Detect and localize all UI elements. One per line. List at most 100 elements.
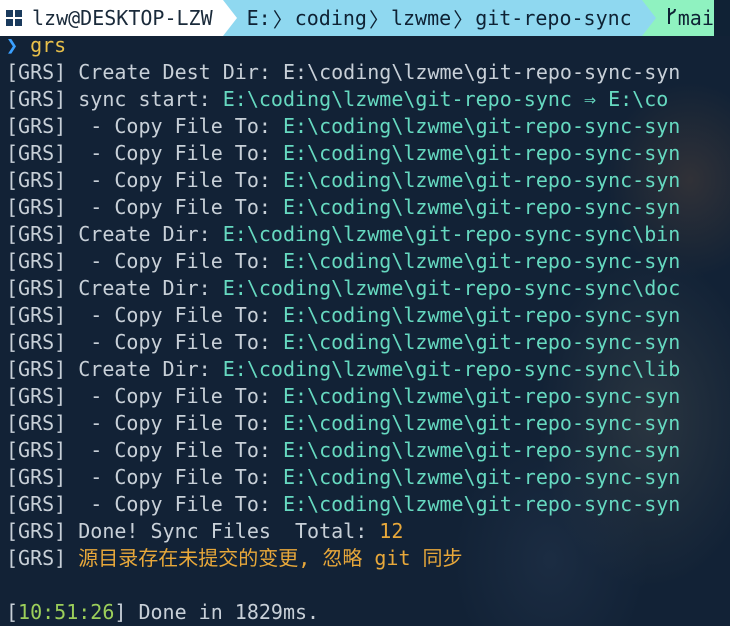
prompt-caret-icon: ❯	[6, 33, 19, 57]
log-line: [GRS] - Copy File To: E:\coding\lzwme\gi…	[6, 194, 730, 221]
path-separator-icon: 〉	[453, 7, 474, 32]
prompt-user-host: lzw@DESKTOP-LZW	[26, 0, 223, 36]
log-line: [GRS] Create Dir: E:\coding\lzwme\git-re…	[6, 275, 730, 302]
log-path: E:\coding\lzwme\git-repo-sync-syn	[282, 60, 681, 84]
log-path: E:\coding\lzwme\git-repo-sync-sync\lib	[222, 357, 681, 381]
prompt-path-part: coding	[294, 6, 367, 30]
prompt-separator-arrow	[222, 0, 237, 36]
log-tag: [GRS]	[6, 303, 67, 327]
log-line: [GRS] Create Dest Dir: E:\coding\lzwme\g…	[6, 59, 730, 86]
log-line: [GRS] Create Dir: E:\coding\lzwme\git-re…	[6, 356, 730, 383]
log-line: [GRS] - Copy File To: E:\coding\lzwme\gi…	[6, 383, 730, 410]
log-path: E:\coding\lzwme\git-repo-sync-syn	[282, 114, 681, 138]
log-label: Done! Sync Files Total:	[66, 519, 380, 543]
log-line: [GRS] - Copy File To: E:\coding\lzwme\gi…	[6, 140, 730, 167]
log-label: - Copy File To:	[66, 384, 283, 408]
log-path: E:\coding\lzwme\git-repo-sync-syn	[282, 195, 681, 219]
log-tag: [GRS]	[6, 384, 67, 408]
log-path: E:\coding\lzwme\git-repo-sync-syn	[282, 303, 681, 327]
log-tag: [GRS]	[6, 141, 67, 165]
warning-text: 源目录存在未提交的变更, 忽略 git 同步	[66, 546, 463, 570]
log-tag: [GRS]	[6, 222, 67, 246]
log-line: [GRS] - Copy File To: E:\coding\lzwme\gi…	[6, 248, 730, 275]
log-label: sync start:	[66, 87, 223, 111]
log-lines: [GRS] Create Dest Dir: E:\coding\lzwme\g…	[6, 59, 730, 518]
log-tag: [GRS]	[6, 438, 67, 462]
log-path: E:\coding\lzwme\git-repo-sync-syn	[282, 384, 681, 408]
footer-line: [10:51:26] Done in 1829ms.	[6, 599, 730, 626]
log-tag: [GRS]	[6, 411, 67, 435]
log-line: [GRS] - Copy File To: E:\coding\lzwme\gi…	[6, 167, 730, 194]
log-label: - Copy File To:	[66, 330, 283, 354]
git-branch-name: mai	[677, 6, 714, 30]
log-label: - Copy File To:	[66, 465, 283, 489]
prompt-separator-arrow	[641, 0, 656, 36]
command-line: ❯ grs	[6, 32, 730, 59]
windows-icon	[0, 0, 26, 36]
log-line: [GRS] - Copy File To: E:\coding\lzwme\gi…	[6, 113, 730, 140]
log-path: E:\coding\lzwme\git-repo-sync-syn	[282, 492, 681, 516]
timestamp: 10:51:26	[18, 600, 115, 624]
log-tag: [GRS]	[6, 87, 67, 111]
log-line: [GRS] sync start: E:\coding\lzwme\git-re…	[6, 86, 730, 113]
log-line: [GRS] - Copy File To: E:\coding\lzwme\gi…	[6, 464, 730, 491]
log-tag: [GRS]	[6, 276, 67, 300]
log-tag: [GRS]	[6, 249, 67, 273]
log-label: Create Dest Dir:	[66, 60, 283, 84]
log-label: Create Dir:	[66, 357, 223, 381]
log-path: E:\coding\lzwme\git-repo-sync ⇒ E:\co	[222, 87, 669, 111]
log-path: E:\coding\lzwme\git-repo-sync-syn	[282, 141, 681, 165]
log-tag: [GRS]	[6, 492, 67, 516]
warning-line: [GRS] 源目录存在未提交的变更, 忽略 git 同步	[6, 545, 730, 572]
log-path: E:\coding\lzwme\git-repo-sync-syn	[282, 465, 681, 489]
path-separator-icon: 〉	[272, 7, 293, 32]
footer-text: Done in 1829ms.	[126, 600, 320, 624]
time-open-bracket: [	[6, 600, 19, 624]
log-label: - Copy File To:	[66, 303, 283, 327]
log-tag: [GRS]	[6, 519, 67, 543]
log-label: - Copy File To:	[66, 492, 283, 516]
log-label: - Copy File To:	[66, 141, 283, 165]
log-label: - Copy File To:	[66, 195, 283, 219]
log-label: Create Dir:	[66, 222, 223, 246]
log-label: - Copy File To:	[66, 168, 283, 192]
log-line: [GRS] - Copy File To: E:\coding\lzwme\gi…	[6, 491, 730, 518]
log-line: [GRS] - Copy File To: E:\coding\lzwme\gi…	[6, 410, 730, 437]
shell-prompt-bar: lzw@DESKTOP-LZW E: 〉 coding 〉 lzwme 〉 git-repo…	[0, 0, 730, 36]
log-line: [GRS] Create Dir: E:\coding\lzwme\git-re…	[6, 221, 730, 248]
log-label: - Copy File To:	[66, 114, 283, 138]
prompt-path-part: E:	[246, 6, 271, 30]
done-line: [GRS] Done! Sync Files Total: 12	[6, 518, 730, 545]
log-path: E:\coding\lzwme\git-repo-sync-syn	[282, 411, 681, 435]
log-tag: [GRS]	[6, 60, 67, 84]
log-tag: [GRS]	[6, 357, 67, 381]
log-label: Create Dir:	[66, 276, 223, 300]
log-path: E:\coding\lzwme\git-repo-sync-syn	[282, 438, 681, 462]
time-close-bracket: ]	[114, 600, 127, 624]
log-label: - Copy File To:	[66, 411, 283, 435]
prompt-path-part: lzwme	[390, 6, 452, 30]
log-tag: [GRS]	[6, 195, 67, 219]
log-path: E:\coding\lzwme\git-repo-sync-sync\doc	[222, 276, 681, 300]
log-label: - Copy File To:	[66, 249, 283, 273]
log-line: [GRS] - Copy File To: E:\coding\lzwme\gi…	[6, 329, 730, 356]
log-tag: [GRS]	[6, 114, 67, 138]
sync-total-count: 12	[379, 519, 404, 543]
log-label: - Copy File To:	[66, 438, 283, 462]
prompt-path-part: git-repo-sync	[475, 6, 632, 30]
log-path: E:\coding\lzwme\git-repo-sync-syn	[282, 249, 681, 273]
branch-icon	[666, 6, 678, 30]
log-path: E:\coding\lzwme\git-repo-sync-syn	[282, 168, 681, 192]
log-line: [GRS] - Copy File To: E:\coding\lzwme\gi…	[6, 302, 730, 329]
log-tag: [GRS]	[6, 465, 67, 489]
log-path: E:\coding\lzwme\git-repo-sync-sync\bin	[222, 222, 681, 246]
log-tag: [GRS]	[6, 330, 67, 354]
prompt-git-branch: mai	[655, 0, 714, 36]
terminal-output: ❯ grs [GRS] Create Dest Dir: E:\coding\l…	[6, 32, 730, 626]
log-tag: [GRS]	[6, 546, 67, 570]
log-line: [GRS] - Copy File To: E:\coding\lzwme\gi…	[6, 437, 730, 464]
log-tag: [GRS]	[6, 168, 67, 192]
command-text: grs	[30, 33, 67, 57]
path-separator-icon: 〉	[368, 7, 389, 32]
